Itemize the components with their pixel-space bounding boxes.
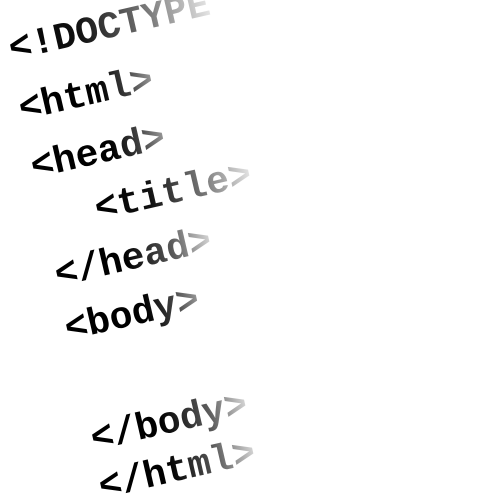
line-html-open: <html> — [14, 59, 158, 132]
line-doctype: <!DOCTYPE — [5, 0, 215, 72]
code-illustration: <!DOCTYPE <html> <head> <title> </head> … — [0, 0, 500, 500]
